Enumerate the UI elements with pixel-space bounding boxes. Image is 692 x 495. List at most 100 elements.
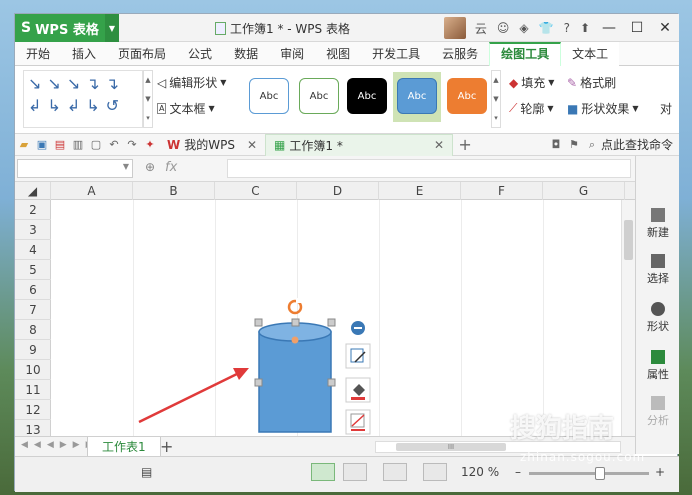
tab-review[interactable]: 审阅 — [269, 42, 315, 66]
outline-float-button[interactable] — [345, 409, 371, 435]
side-properties-button[interactable]: 属性 — [636, 350, 680, 382]
side-shape-button[interactable]: 形状 — [636, 302, 680, 334]
close-icon[interactable]: ✕ — [247, 138, 257, 152]
paint-bucket-icon: ◆ — [509, 75, 519, 90]
properties-icon — [651, 350, 665, 364]
tab-developer[interactable]: 开发工具 — [361, 42, 431, 66]
tab-workbook[interactable]: ▦ 工作簿1 * ✕ — [265, 133, 454, 156]
chevron-down-icon[interactable]: ▼ — [105, 14, 119, 42]
text-box-icon: A — [157, 103, 167, 114]
formula-bar: ▼ ⊕ fx — [15, 156, 635, 182]
rotate-handle-icon[interactable] — [287, 298, 303, 315]
wps-w-icon: W — [167, 137, 181, 152]
customize-icon[interactable]: ✦ — [141, 138, 159, 151]
zoom-slider-knob[interactable] — [595, 467, 605, 480]
shape-style-outline-blue[interactable]: Abc — [249, 78, 289, 114]
new-tab-button[interactable]: + — [453, 135, 477, 154]
zoom-level[interactable]: 120 % — [461, 465, 499, 479]
tab-text-tools[interactable]: 文本工 — [561, 41, 620, 66]
normal-view-button[interactable] — [311, 463, 335, 481]
edit-shape-button[interactable]: ◁ 编辑形状 ▼ — [157, 74, 226, 91]
gallery-scroll[interactable]: ▲ ▼ ▾ — [143, 70, 153, 128]
reading-view-button[interactable] — [423, 463, 447, 481]
shape-effect-icon: ■ — [567, 101, 579, 116]
redo-icon[interactable]: ↷ — [123, 138, 141, 151]
tab-view[interactable]: 视图 — [315, 42, 361, 66]
shape-effect-button[interactable]: ■ 形状效果 ▼ — [567, 100, 639, 117]
zoom-in-button[interactable]: + — [655, 465, 665, 479]
name-box[interactable]: ▼ — [17, 159, 133, 178]
tab-home[interactable]: 开始 — [15, 42, 61, 66]
fx-icon[interactable]: fx — [165, 160, 177, 175]
upload-icon[interactable]: ⬆ — [580, 21, 590, 35]
side-select-button[interactable]: 选择 — [636, 254, 680, 286]
vertical-scrollbar[interactable] — [621, 200, 635, 436]
save-icon[interactable]: ▣ — [33, 138, 51, 151]
zoom-magnifier-icon[interactable]: ⊕ — [145, 160, 155, 174]
fill-label: 填充 — [521, 76, 546, 90]
sheet-status-icon[interactable]: ▤ — [141, 465, 152, 479]
app-name: WPS 表格 — [35, 22, 99, 38]
undo-icon[interactable]: ↶ — [105, 138, 123, 151]
sheet-tab-1[interactable]: 工作表1 — [87, 437, 161, 457]
fill-button[interactable]: ◆ 填充 ▼ — [509, 74, 554, 91]
document-icon — [215, 22, 226, 35]
shape-style-float-button[interactable] — [345, 343, 371, 369]
align-button[interactable]: 对 — [660, 100, 672, 117]
flag-icon[interactable]: ⚑ — [565, 138, 583, 151]
spreadsheet-grid[interactable]: ◢ A B C D E F G 2 3 4 5 6 7 8 9 10 11 12… — [15, 182, 635, 436]
search-icon[interactable]: ⌕ — [583, 138, 601, 152]
shape-style-black[interactable]: Abc — [347, 78, 387, 114]
avatar[interactable] — [443, 17, 466, 39]
side-analyze-button[interactable]: 分析 — [636, 396, 680, 428]
shirt-icon[interactable]: 👕 — [539, 21, 554, 35]
format-painter-button[interactable]: ✎ 格式刷 — [567, 74, 616, 91]
print-preview-icon[interactable]: ▢ — [87, 138, 105, 151]
close-icon[interactable]: ✕ — [434, 138, 444, 152]
style-gallery-scroll[interactable]: ▲ ▼ ▾ — [491, 70, 501, 128]
tab-data[interactable]: 数据 — [223, 42, 269, 66]
text-box-button[interactable]: A 文本框 ▼ — [157, 100, 215, 117]
workbook-tab-label: 工作簿1 * — [289, 138, 343, 153]
print-icon[interactable]: ▥ — [69, 138, 87, 151]
tab-insert[interactable]: 插入 — [61, 42, 107, 66]
close-button[interactable]: ✕ — [651, 20, 679, 36]
tab-cloud[interactable]: 云服务 — [431, 42, 489, 66]
tab-my-wps[interactable]: W 我的WPS ✕ — [159, 134, 265, 156]
layout-view-button[interactable] — [383, 463, 407, 481]
line-shape-gallery[interactable]: ↘↘↘↴↴ ↲↳↲↳↺ — [23, 70, 143, 128]
open-folder-icon[interactable]: ▰ — [15, 138, 33, 151]
side-shape-label: 形状 — [647, 320, 669, 333]
formula-input[interactable] — [227, 159, 631, 178]
tab-formula[interactable]: 公式 — [177, 42, 223, 66]
chevron-down-icon[interactable]: ▼ — [123, 162, 129, 171]
shape-style-blue[interactable]: Abc — [397, 78, 437, 114]
find-command-search[interactable]: 点此查找命令 — [601, 136, 679, 153]
skin-icon[interactable]: ◈ — [519, 21, 528, 35]
export-pdf-icon[interactable]: ▤ — [51, 138, 69, 151]
app-menu-button[interactable]: S WPS 表格 ▼ — [15, 14, 119, 42]
shape-style-outline-green[interactable]: Abc — [299, 78, 339, 114]
minimize-button[interactable]: — — [595, 20, 623, 36]
shape-effect-label: 形状效果 — [581, 102, 630, 116]
tab-page-layout[interactable]: 页面布局 — [107, 42, 177, 66]
shapes-icon — [651, 302, 665, 316]
maximize-button[interactable]: ☐ — [623, 20, 651, 36]
page-break-view-button[interactable] — [343, 463, 367, 481]
fill-float-button[interactable] — [345, 377, 371, 403]
zoom-out-button[interactable]: – — [515, 465, 521, 479]
add-sheet-button[interactable]: + — [160, 437, 173, 457]
user-label[interactable]: 云 — [475, 20, 487, 37]
scrollbar-thumb[interactable] — [624, 220, 633, 260]
zoom-slider[interactable] — [529, 467, 649, 480]
side-new-button[interactable]: 新建 — [636, 208, 680, 240]
analyze-icon — [651, 396, 665, 410]
help-button[interactable]: ? — [564, 21, 570, 35]
scrollbar-thumb[interactable]: III — [396, 443, 506, 451]
smiley-icon[interactable]: ☺ — [497, 21, 510, 35]
collapse-float-tools-button[interactable] — [351, 321, 365, 335]
cloud-doc-icon[interactable]: ◘ — [547, 138, 565, 151]
shape-style-orange[interactable]: Abc — [447, 78, 487, 114]
tab-drawing-tools[interactable]: 绘图工具 — [489, 41, 562, 66]
outline-button[interactable]: ⟋ 轮廓 ▼ — [509, 100, 554, 117]
